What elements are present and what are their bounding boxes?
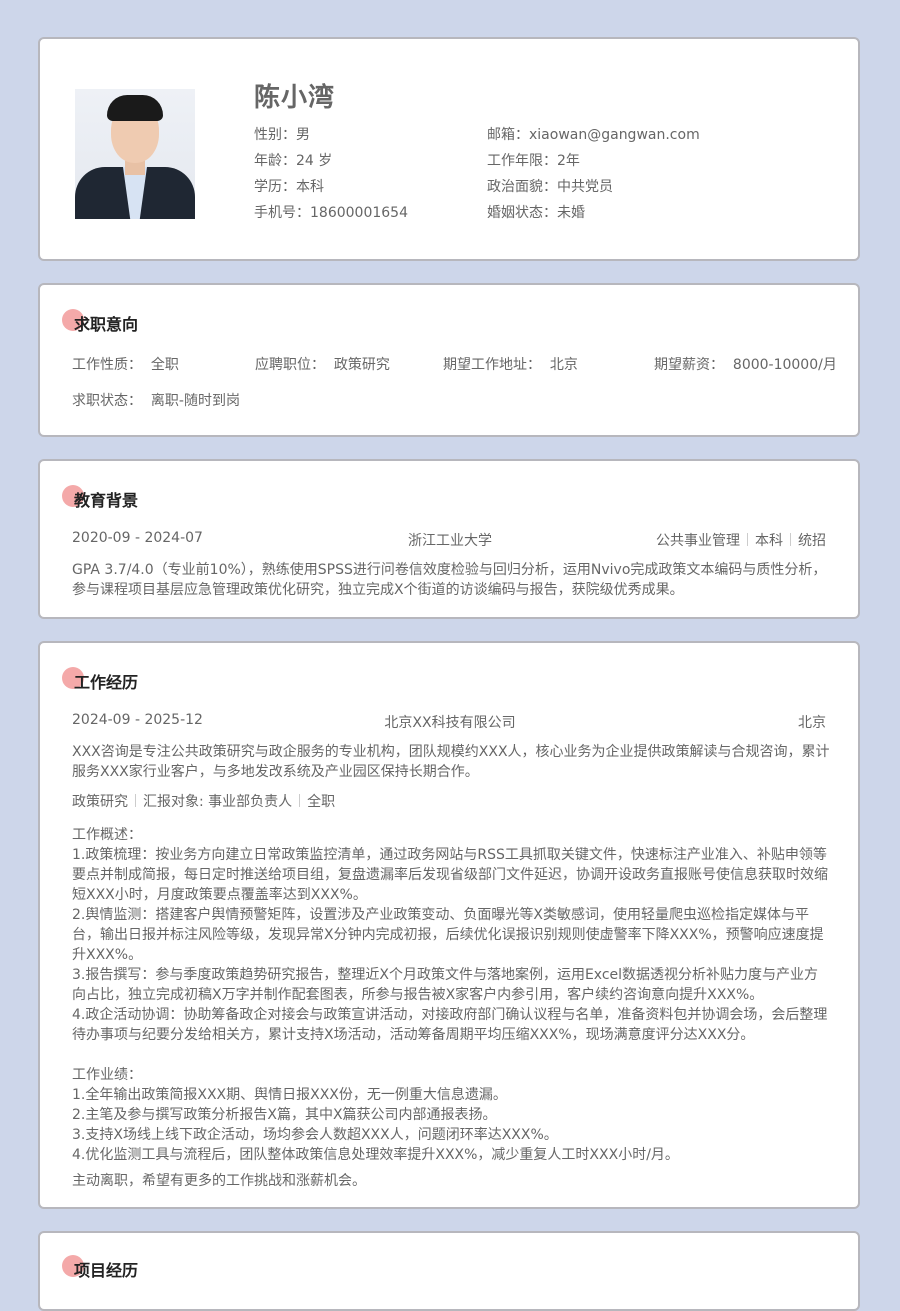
project-experience-card: 项目经历 [38,1231,860,1311]
education-tags: 公共事业管理 本科 统招 [656,533,826,549]
age-field: 年龄：24 岁 [254,153,333,169]
education-date: 2020-09 - 2024-07 [72,530,203,546]
achievement-item: 4.优化监测工具与流程后，团队整体政策信息处理效率提升XXX%，减少重复人工时X… [72,1147,679,1163]
job-status-field: 求职状态： 离职-随时到岗 [72,393,240,409]
overview-title: 工作概述： [72,827,142,843]
overview-item: 2.舆情监测：搭建客户舆情预警矩阵，设置涉及产业政策变动、负面曝光等X类敏感词，… [72,907,824,963]
achievements-title: 工作业绩： [72,1067,142,1083]
achievement-item: 1.全年输出政策简报XXX期、舆情日报XXX份，无一例重大信息遗漏。 [72,1087,507,1103]
profile-card: 陈小湾 性别：男 年龄：24 岁 学历：本科 手机号：18600001654 邮… [38,37,860,261]
candidate-name: 陈小湾 [254,83,336,113]
company-name: 北京XX科技有限公司 [384,715,516,731]
company-intro: XXX咨询是专注公共政策研究与政企服务的专业机构，团队规模约XXX人，核心业务为… [72,744,830,780]
gender-field: 性别：男 [254,127,310,143]
leave-reason: 主动离职，希望有更多的工作挑战和涨薪机会。 [72,1173,366,1189]
avatar-photo [75,89,195,219]
phone-field: 手机号：18600001654 [254,205,408,221]
political-status-field: 政治面貌：中共党员 [487,179,613,195]
achievement-item: 3.支持X场线上线下政企活动，场均参会人数超XXX人，问题闭环率达XXX%。 [72,1127,558,1143]
work-years-field: 工作年限：2年 [487,153,580,169]
achievement-item: 2.主笔及参与撰写政策分析报告X篇，其中X篇获公司内部通报表扬。 [72,1107,497,1123]
degree-field: 学历：本科 [254,179,324,195]
position-field: 应聘职位： 政策研究 [255,357,390,373]
work-experience-card: 工作经历 2024-09 - 2025-12 北京XX科技有限公司 北京 XXX… [38,641,860,1209]
section-title-project: 项目经历 [61,1255,138,1281]
work-overview: 工作概述： 1.政策梳理：按业务方向建立日常政策监控清单，通过政务网站与RSS工… [72,825,832,1191]
work-tags: 政策研究 汇报对象: 事业部负责人 全职 [72,794,336,810]
education-card: 教育背景 2020-09 - 2024-07 浙江工业大学 公共事业管理 本科 统招… [38,459,860,619]
overview-item: 4.政企活动协调：协助筹备政企对接会与政策宣讲活动，对接政府部门确认议程与名单，… [72,1007,828,1043]
marital-status-field: 婚姻状态：未婚 [487,205,585,221]
job-intent-card: 求职意向 工作性质： 全职 应聘职位： 政策研究 期望工作地址： 北京 期望薪资… [38,283,860,437]
work-type-field: 工作性质： 全职 [72,357,179,373]
section-title-work: 工作经历 [61,667,138,693]
email-field: 邮箱：xiaowan@gangwan.com [487,127,700,143]
overview-item: 3.报告撰写：参与季度政策趋势研究报告，整理近X个月政策文件与落地案例，运用Ex… [72,967,819,1003]
section-title-education: 教育背景 [61,485,138,511]
school-name: 浙江工业大学 [408,533,492,549]
work-city: 北京 [798,715,826,731]
section-title-intent: 求职意向 [61,309,138,335]
location-field: 期望工作地址： 北京 [443,357,578,373]
salary-field: 期望薪资： 8000-10000/月 [654,357,837,373]
work-date: 2024-09 - 2025-12 [72,712,203,728]
education-description: GPA 3.7/4.0（专业前10%），熟练使用SPSS进行问卷信效度检验与回归… [72,562,827,598]
overview-item: 1.政策梳理：按业务方向建立日常政策监控清单，通过政务网站与RSS工具抓取关键文… [72,847,828,903]
